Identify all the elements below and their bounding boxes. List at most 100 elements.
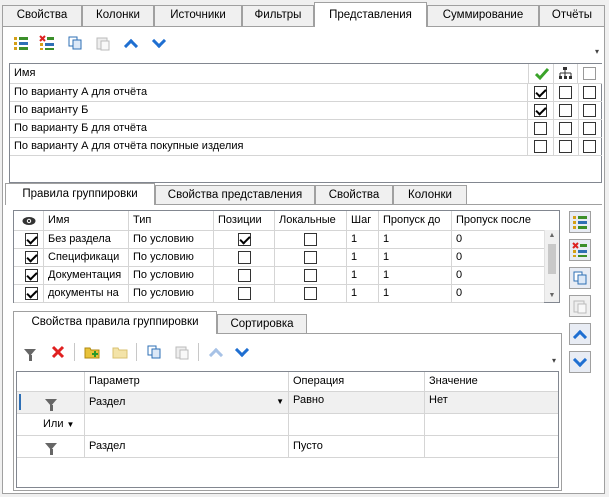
delete-rule-button[interactable] — [569, 239, 591, 261]
view-row-checkbox[interactable] — [534, 122, 547, 135]
rule-properties-panel: ▾ Параметр Операция Значение Раздел ▼ Ра… — [13, 333, 562, 491]
rule-step[interactable]: 1 — [347, 267, 379, 285]
toolbar-overflow-icon[interactable]: ▾ — [595, 47, 599, 56]
cond-row-3-param[interactable]: Раздел — [85, 436, 289, 458]
views-header-select-all[interactable] — [578, 64, 602, 84]
rule-type[interactable]: По условию — [129, 249, 214, 267]
copy-rule-button[interactable] — [569, 267, 591, 289]
view-row-checkbox[interactable] — [559, 122, 572, 135]
conditions-grid: Параметр Операция Значение Раздел ▼ Равн… — [16, 371, 559, 488]
rule-local-checkbox[interactable] — [304, 287, 317, 300]
rule-step[interactable]: 1 — [347, 285, 379, 303]
rule-name[interactable]: Без раздела — [44, 231, 129, 249]
tab-filters[interactable]: Фильтры — [242, 5, 314, 26]
rule-up-button[interactable] — [569, 323, 591, 345]
add-rule-button[interactable] — [569, 211, 591, 233]
folder-button[interactable] — [110, 342, 130, 362]
tab-properties[interactable]: Свойства — [2, 5, 82, 26]
view-row-name[interactable]: По варианту А для отчёта — [10, 84, 528, 102]
toolbar-overflow-icon[interactable]: ▾ — [552, 356, 556, 365]
tab-grouping-rules[interactable]: Правила группировки — [5, 183, 155, 205]
rule-step[interactable]: 1 — [347, 249, 379, 267]
view-row-checkbox[interactable] — [534, 140, 547, 153]
tab-sources[interactable]: Источники — [154, 5, 242, 26]
rule-skip-before[interactable]: 1 — [379, 285, 452, 303]
rule-visible-checkbox[interactable] — [25, 233, 38, 246]
rule-skip-after[interactable]: 0 — [452, 231, 544, 249]
rule-skip-after[interactable]: 0 — [452, 267, 544, 285]
cond-row-3-handle[interactable] — [17, 436, 85, 458]
rule-skip-before[interactable]: 1 — [379, 249, 452, 267]
cond-row-3-op[interactable]: Пусто — [289, 436, 425, 458]
cond-row-2-logic[interactable]: Или ▼ — [17, 414, 85, 436]
add-view-button[interactable] — [11, 33, 31, 53]
rule-name[interactable]: Спецификаци — [44, 249, 129, 267]
tab-properties-2[interactable]: Свойства — [315, 185, 393, 205]
rules-scrollbar[interactable]: ▲ ▼ — [544, 230, 559, 302]
tab-views[interactable]: Представления — [314, 2, 427, 27]
tab-reports[interactable]: Отчёты — [539, 5, 605, 26]
rule-positions-checkbox[interactable] — [238, 287, 251, 300]
view-row-checkbox[interactable] — [583, 122, 596, 135]
rule-visible-checkbox[interactable] — [25, 251, 38, 264]
view-row-checkbox[interactable] — [534, 104, 547, 117]
tab-columns-2[interactable]: Колонки — [393, 185, 467, 205]
rule-type[interactable]: По условию — [129, 285, 214, 303]
rules-header-visible[interactable] — [14, 211, 44, 231]
rule-type[interactable]: По условию — [129, 267, 214, 285]
tab-rule-properties[interactable]: Свойства правила группировки — [13, 311, 217, 334]
views-header-tree[interactable] — [554, 64, 578, 84]
copy-icon[interactable] — [65, 33, 85, 53]
cond-row-1-op[interactable]: Равно — [289, 392, 425, 414]
move-up-icon[interactable] — [121, 33, 141, 53]
rule-positions-checkbox[interactable] — [238, 251, 251, 264]
paste-rule-button[interactable] — [569, 295, 591, 317]
rule-visible-checkbox[interactable] — [25, 287, 38, 300]
condition-up-icon[interactable] — [206, 342, 226, 362]
move-down-icon[interactable] — [149, 33, 169, 53]
views-header-check[interactable] — [528, 64, 554, 84]
rule-skip-after[interactable]: 0 — [452, 249, 544, 267]
view-row-name[interactable]: По варианту Б для отчёта — [10, 120, 528, 138]
rule-type[interactable]: По условию — [129, 231, 214, 249]
rule-local-checkbox[interactable] — [304, 251, 317, 264]
delete-view-button[interactable] — [37, 33, 57, 53]
rule-positions-checkbox[interactable] — [238, 269, 251, 282]
view-row-checkbox[interactable] — [583, 104, 596, 117]
cond-row-1-param[interactable]: Раздел ▼ — [85, 392, 289, 414]
delete-condition-button[interactable] — [48, 342, 68, 362]
rule-positions-checkbox[interactable] — [238, 233, 251, 246]
rule-skip-before[interactable]: 1 — [379, 267, 452, 285]
view-row-checkbox[interactable] — [559, 86, 572, 99]
rule-visible-checkbox[interactable] — [25, 269, 38, 282]
rules-header-skip-before: Пропуск до — [379, 211, 452, 231]
rule-name[interactable]: документы на — [44, 285, 129, 303]
rule-skip-before[interactable]: 1 — [379, 231, 452, 249]
view-row-checkbox[interactable] — [559, 104, 572, 117]
rule-name[interactable]: Документация — [44, 267, 129, 285]
rule-step[interactable]: 1 — [347, 231, 379, 249]
view-row-name[interactable]: По варианту Б — [10, 102, 528, 120]
rule-down-button[interactable] — [569, 351, 591, 373]
tab-sorting[interactable]: Сортировка — [217, 314, 307, 334]
cond-row-1-handle[interactable] — [17, 392, 85, 414]
add-folder-button[interactable] — [82, 342, 102, 362]
cond-row-1-value[interactable]: Нет — [425, 392, 558, 414]
tab-view-properties[interactable]: Свойства представления — [155, 185, 315, 205]
condition-down-icon[interactable] — [232, 342, 252, 362]
view-row-checkbox[interactable] — [534, 86, 547, 99]
paste-icon[interactable] — [93, 33, 113, 53]
copy-icon[interactable] — [144, 342, 164, 362]
cond-row-3-value[interactable] — [425, 436, 558, 458]
rule-skip-after[interactable]: 0 — [452, 285, 544, 303]
view-row-name[interactable]: По варианту А для отчёта покупные издели… — [10, 138, 528, 156]
view-row-checkbox[interactable] — [583, 86, 596, 99]
rule-local-checkbox[interactable] — [304, 233, 317, 246]
view-row-checkbox[interactable] — [583, 140, 596, 153]
rule-local-checkbox[interactable] — [304, 269, 317, 282]
tab-columns[interactable]: Колонки — [82, 5, 154, 26]
paste-icon[interactable] — [172, 342, 192, 362]
filter-button[interactable] — [20, 342, 40, 362]
view-row-checkbox[interactable] — [559, 140, 572, 153]
tab-summation[interactable]: Суммирование — [427, 5, 539, 26]
